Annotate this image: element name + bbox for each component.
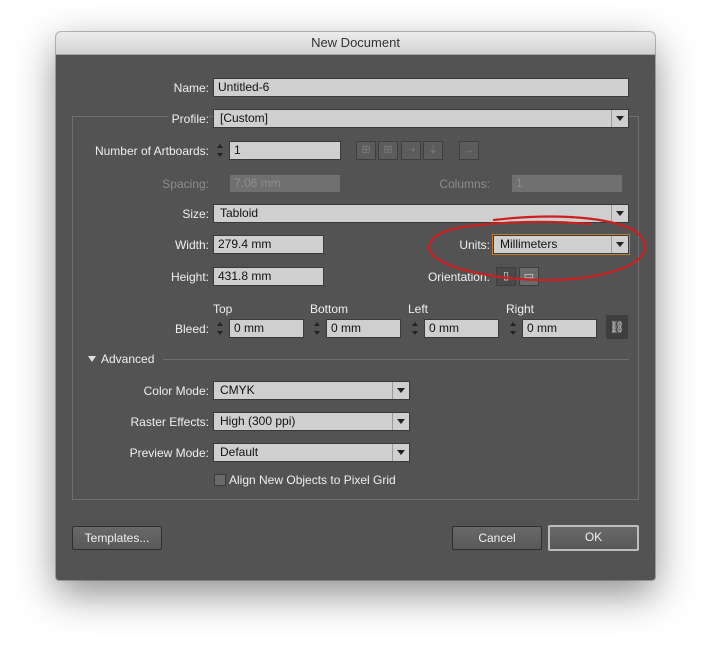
arrange-by-column-icon[interactable]: ⇣: [423, 141, 443, 160]
chevron-down-icon: [611, 110, 628, 127]
bleed-left-label: Left: [408, 302, 429, 316]
bleed-bottom-field[interactable]: 0 mm: [326, 319, 401, 338]
height-field[interactable]: 431.8 mm: [213, 267, 324, 286]
spacing-field[interactable]: 7.06 mm: [229, 174, 341, 193]
align-pixel-grid-label[interactable]: Align New Objects to Pixel Grid: [229, 473, 396, 487]
grid-by-row-icon[interactable]: ⊞: [356, 141, 376, 160]
right-to-left-icon[interactable]: →: [459, 141, 479, 160]
red-circle-annotation: [428, 215, 646, 282]
link-bleed-icon[interactable]: ⛓: [606, 315, 628, 339]
bleed-right-stepper[interactable]: [507, 319, 520, 338]
chevron-down-icon: [392, 413, 409, 430]
bleed-top-label: Top: [213, 302, 233, 316]
arrange-by-row-icon[interactable]: ⇢: [401, 141, 421, 160]
size-value: Tabloid: [220, 206, 259, 220]
columns-stepper[interactable]: [495, 174, 508, 193]
bleed-right-label: Right: [506, 302, 535, 316]
raster-effects-dropdown[interactable]: High (300 ppi): [213, 412, 410, 431]
align-pixel-grid-checkbox[interactable]: [214, 474, 226, 486]
bleed-bottom-label: Bottom: [310, 302, 349, 316]
bleed-left-field[interactable]: 0 mm: [424, 319, 499, 338]
size-label: Size:: [182, 207, 209, 221]
advanced-label[interactable]: Advanced: [101, 352, 154, 366]
advanced-divider: [163, 359, 629, 360]
bleed-left-stepper[interactable]: [409, 319, 422, 338]
name-label: Name:: [173, 81, 209, 95]
artboards-stepper[interactable]: [214, 141, 227, 160]
bleed-bottom-stepper[interactable]: [311, 319, 324, 338]
preview-mode-dropdown[interactable]: Default: [213, 443, 410, 462]
profile-dropdown[interactable]: [Custom]: [213, 109, 629, 128]
bleed-right-field[interactable]: 0 mm: [522, 319, 597, 338]
spacing-stepper[interactable]: [214, 174, 227, 193]
bleed-label: Bleed:: [174, 322, 209, 336]
artboards-field[interactable]: 1: [229, 141, 341, 160]
color-mode-label: Color Mode:: [143, 384, 209, 398]
preview-mode-label: Preview Mode:: [129, 446, 209, 460]
new-document-dialog: New Document Name: Untitled-6 Profile: […: [56, 32, 655, 580]
height-label: Height:: [170, 270, 209, 284]
profile-label: Profile:: [167, 112, 209, 126]
templates-button[interactable]: Templates...: [72, 526, 162, 550]
advanced-disclosure-icon[interactable]: [88, 356, 96, 362]
chevron-down-icon: [392, 444, 409, 461]
grid-by-column-icon[interactable]: ⊞: [378, 141, 398, 160]
width-label: Width:: [174, 238, 209, 252]
columns-label: Columns:: [439, 177, 490, 191]
color-mode-dropdown[interactable]: CMYK: [213, 381, 410, 400]
columns-field[interactable]: 1: [511, 174, 623, 193]
spacing-label: Spacing:: [162, 177, 209, 191]
profile-value: [Custom]: [220, 111, 269, 125]
chevron-down-icon: [392, 382, 409, 399]
name-field[interactable]: Untitled-6: [213, 78, 629, 97]
color-mode-value: CMYK: [220, 383, 255, 397]
ok-button[interactable]: OK: [548, 525, 639, 551]
preview-mode-value: Default: [220, 445, 259, 459]
cancel-button[interactable]: Cancel: [452, 526, 542, 550]
width-field[interactable]: 279.4 mm: [213, 235, 324, 254]
raster-effects-value: High (300 ppi): [220, 414, 296, 428]
bleed-top-field[interactable]: 0 mm: [229, 319, 304, 338]
bleed-top-stepper[interactable]: [214, 319, 227, 338]
raster-effects-label: Raster Effects:: [130, 415, 209, 429]
window-title: New Document: [56, 32, 655, 55]
artboards-label: Number of Artboards:: [94, 144, 209, 158]
